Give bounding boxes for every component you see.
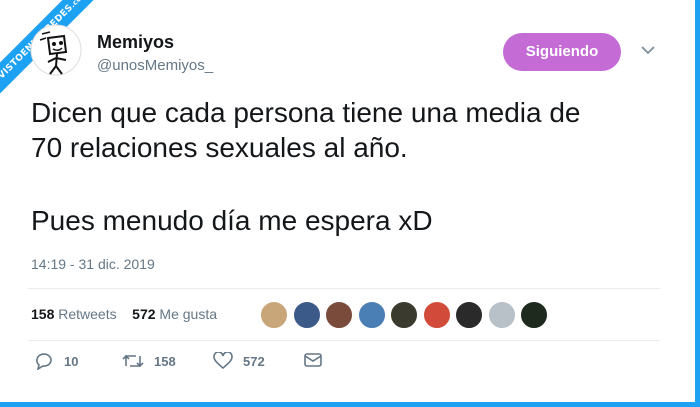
likes-label: Me gusta: [159, 306, 218, 322]
likes-stat[interactable]: 572 Me gusta: [132, 306, 217, 322]
retweet-button[interactable]: 158: [122, 352, 176, 370]
likes-count: 572: [132, 306, 156, 322]
retweet-icon: [122, 354, 144, 368]
liker-avatar[interactable]: [292, 301, 321, 329]
chevron-down-icon[interactable]: [640, 44, 656, 56]
tweet-text-line: 70 relaciones sexuales al año.: [31, 132, 408, 163]
retweets-label: Retweets: [58, 306, 117, 322]
retweets-count: 158: [31, 306, 55, 322]
liker-avatar[interactable]: [390, 301, 418, 329]
liker-avatar[interactable]: [520, 301, 548, 329]
retweets-stat[interactable]: 158 Retweets: [31, 306, 117, 322]
tweet-text-line: Pues menudo día me espera xD: [31, 205, 433, 236]
timestamp[interactable]: 14:19 - 31 dic. 2019: [31, 256, 155, 272]
reply-button[interactable]: 10: [34, 352, 78, 370]
engagement-stats: 158 Retweets 572 Me gusta: [31, 306, 217, 322]
liker-avatar[interactable]: [325, 301, 353, 329]
liker-avatar[interactable]: [487, 301, 516, 329]
liker-avatar[interactable]: [357, 301, 386, 329]
divider: [28, 340, 660, 341]
divider: [28, 288, 660, 289]
heart-icon: [213, 352, 233, 370]
direct-message-button[interactable]: [303, 352, 333, 368]
retweet-count: 158: [154, 353, 176, 369]
display-name[interactable]: Memiyos: [97, 32, 174, 53]
user-handle[interactable]: @unosMemiyos_: [97, 57, 213, 74]
liker-avatar[interactable]: [455, 301, 483, 329]
like-count: 572: [243, 353, 265, 369]
following-button[interactable]: Siguiendo: [503, 33, 621, 71]
avatar[interactable]: [30, 24, 82, 76]
liker-avatar[interactable]: [422, 301, 451, 329]
envelope-icon: [304, 353, 322, 367]
liker-avatar[interactable]: [260, 301, 288, 329]
like-button[interactable]: 572: [213, 352, 265, 370]
reply-icon: [36, 353, 52, 370]
tweet-text-line: Dicen que cada persona tiene una media d…: [31, 97, 581, 128]
reply-count: 10: [64, 353, 79, 369]
